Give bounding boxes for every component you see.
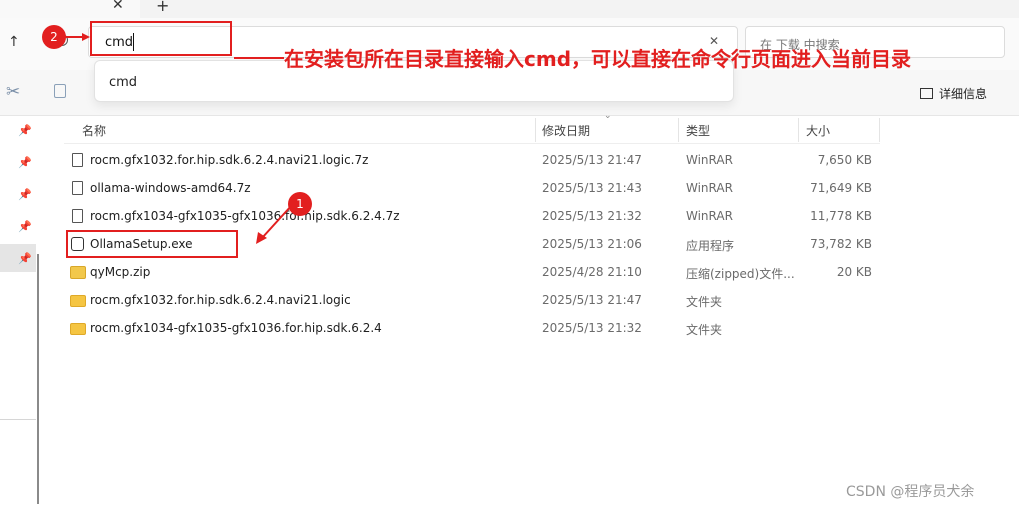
- watermark: CSDN @程序员犬余: [846, 484, 975, 500]
- badge-2-arrowhead: [82, 33, 90, 41]
- step-badge-1: 1: [288, 192, 312, 216]
- annotation-arrows: [64, 33, 293, 244]
- file-explorer-window: ✕ + ↑ cmd ✕ 在 下载 中搜索 ✂ 详细信息 cmd 📌 📌 📌 📌 …: [0, 0, 1019, 507]
- step-badge-2: 2: [42, 25, 66, 49]
- badge-1-arrow-line: [261, 204, 293, 239]
- annotation-callout: 在安装包所在目录直接输入cmd，可以直接在命令行页面进入当前目录: [284, 47, 912, 71]
